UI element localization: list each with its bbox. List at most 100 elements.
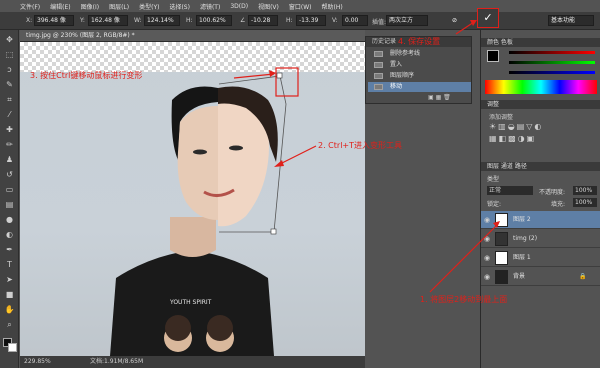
visibility-eye-icon[interactable]: ◉	[484, 230, 490, 248]
menu-filter[interactable]: 滤镜(T)	[200, 2, 220, 11]
layer-thumb-icon	[374, 73, 383, 79]
h-label: H:	[186, 17, 193, 24]
layer-thumb-icon	[374, 51, 383, 57]
menu-window[interactable]: 窗口(W)	[289, 2, 312, 11]
history-item[interactable]: 删除参考线	[368, 49, 471, 59]
cancel-transform-icon[interactable]: ⊘	[452, 17, 457, 24]
layer-name: 图层 1	[513, 254, 531, 261]
history-brush-icon[interactable]: ↺	[3, 169, 16, 181]
x-field[interactable]: 396.48 像	[34, 15, 74, 26]
history-actions[interactable]: ▣ ▦ 🗑	[428, 94, 451, 101]
tools-panel: ✥ ⬚ ↄ ✎ ⌗ ⁄ ✚ ✏ ♟ ↺ ▭ ▤ ● ◐ ✒ T ➤ ■ ✋ ⌕	[0, 30, 19, 368]
x-label: X:	[26, 17, 33, 24]
shape-icon[interactable]: ■	[3, 289, 16, 301]
layer-thumbnail	[495, 270, 508, 284]
document-canvas[interactable]: YOUTH SPIRIT	[20, 42, 365, 356]
transform-options-bar: X: 396.48 像 Y: 162.48 像 W: 124.14% H: 10…	[0, 12, 600, 30]
document-tab[interactable]: timg.jpg @ 230% (图层 2, RGB/8#) *	[20, 30, 365, 42]
menu-image[interactable]: 图像(I)	[81, 2, 99, 11]
path-select-icon[interactable]: ➤	[3, 274, 16, 286]
healing-icon[interactable]: ✚	[3, 124, 16, 136]
history-item[interactable]: 置入	[368, 60, 471, 70]
status-bar: 229.85% 文档:1.91M/8.65M	[20, 356, 365, 368]
fill-field[interactable]: 100%	[573, 198, 597, 207]
dodge-icon[interactable]: ◐	[3, 229, 16, 241]
y-field[interactable]: 162.48 像	[88, 15, 128, 26]
color-spectrum[interactable]	[485, 80, 597, 94]
menu-bar: 文件(F) 编辑(E) 图像(I) 图层(L) 类型(Y) 选择(S) 滤镜(T…	[0, 0, 600, 12]
type-icon[interactable]: T	[3, 259, 16, 271]
svg-text:YOUTH SPIRIT: YOUTH SPIRIT	[169, 299, 212, 306]
hand-icon[interactable]: ✋	[3, 304, 16, 316]
lasso-icon[interactable]: ↄ	[3, 64, 16, 76]
color-panel-title: 颜色 色板	[481, 38, 600, 47]
menu-type[interactable]: 类型(Y)	[139, 2, 159, 11]
angle-field[interactable]: -10.28	[248, 15, 278, 26]
annotation-move-layer: 1. 将图层2移动到最上面	[420, 295, 508, 304]
h-field[interactable]: 100.62%	[196, 15, 232, 26]
pen-icon[interactable]: ✒	[3, 244, 16, 256]
move-icon[interactable]: ✥	[3, 34, 16, 46]
zoom-icon[interactable]: ⌕	[3, 319, 16, 331]
layer-row[interactable]: ◉ 背景 🔒	[481, 268, 600, 286]
visibility-eye-icon[interactable]: ◉	[484, 249, 490, 267]
v-skew-label: V:	[332, 17, 338, 24]
zoom-level[interactable]: 229.85%	[24, 356, 51, 368]
green-slider[interactable]	[509, 61, 595, 64]
eyedropper-icon[interactable]: ⁄	[3, 109, 16, 121]
lock-icon: 🔒	[579, 273, 587, 280]
layer-row[interactable]: ◉ timg (2)	[481, 230, 600, 248]
layer-row[interactable]: ◉ 图层 1	[481, 249, 600, 267]
menu-select[interactable]: 选择(S)	[169, 2, 190, 11]
background-color-swatch[interactable]	[8, 343, 17, 352]
opacity-field[interactable]: 100%	[573, 186, 597, 195]
menu-view[interactable]: 视图(V)	[258, 2, 279, 11]
workspace-select[interactable]: 基本功能	[548, 15, 594, 26]
brush-icon[interactable]: ✏	[3, 139, 16, 151]
gradient-icon[interactable]: ▤	[3, 199, 16, 211]
menu-file[interactable]: 文件(F)	[20, 2, 40, 11]
menu-edit[interactable]: 编辑(E)	[50, 2, 70, 11]
menu-3d[interactable]: 3D(D)	[230, 3, 248, 10]
layer-name: timg (2)	[513, 235, 538, 242]
visibility-eye-icon[interactable]: ◉	[484, 268, 490, 286]
history-item[interactable]: 图层顺序	[368, 71, 471, 81]
v-skew-field[interactable]: 0.00	[342, 15, 368, 26]
adjustment-icons[interactable]: ☀▥◒▤▽◐	[489, 122, 543, 131]
layer-row-selected[interactable]: ◉ 图层 2	[481, 211, 600, 229]
annotation-ctrl-drag: 3. 按住Ctrl键移动鼠标进行变形	[30, 71, 143, 80]
adjustments-panel-title: 调整	[481, 100, 600, 109]
document-size: 文档:1.91M/8.65M	[90, 358, 144, 365]
crop-icon[interactable]: ⌗	[3, 94, 16, 106]
visibility-eye-icon[interactable]: ◉	[484, 211, 490, 229]
angle-icon: ∠	[240, 17, 246, 24]
commit-transform-button[interactable]: ✓	[477, 8, 499, 28]
w-field[interactable]: 124.14%	[144, 15, 180, 26]
blend-mode-select[interactable]: 正常	[487, 186, 533, 195]
layer-thumbnail	[495, 232, 508, 246]
layer-kind-filter[interactable]: 类型	[487, 174, 499, 183]
interpolation-select[interactable]: 两次立方	[386, 15, 428, 26]
layers-panel-title: 图层 通道 路径	[481, 162, 600, 171]
marquee-icon[interactable]: ⬚	[3, 49, 16, 61]
adjustment-icons-row2[interactable]: ▦◧▩◑▣	[489, 134, 536, 143]
menu-layer[interactable]: 图层(L)	[109, 2, 129, 11]
w-label: W:	[134, 17, 142, 24]
menu-help[interactable]: 帮助(H)	[322, 2, 343, 11]
eraser-icon[interactable]: ▭	[3, 184, 16, 196]
annotation-ctrl-t: 2. Ctrl+T进入变形工具	[318, 141, 402, 150]
red-slider[interactable]	[509, 51, 595, 54]
blur-icon[interactable]: ●	[3, 214, 16, 226]
layer-name: 图层 2	[513, 216, 531, 223]
layer-thumbnail	[495, 251, 508, 265]
blue-slider[interactable]	[509, 71, 595, 74]
layer-name: 背景	[513, 273, 526, 280]
stamp-icon[interactable]: ♟	[3, 154, 16, 166]
history-item-selected[interactable]: 移动	[368, 82, 471, 92]
quick-select-icon[interactable]: ✎	[3, 79, 16, 91]
fill-label: 填充:	[551, 201, 566, 208]
foreground-swatch[interactable]	[487, 50, 499, 62]
h-skew-field[interactable]: -13.39	[296, 15, 326, 26]
layer-thumbnail	[495, 213, 508, 227]
annotation-save: 4. 保存设置	[398, 37, 441, 46]
